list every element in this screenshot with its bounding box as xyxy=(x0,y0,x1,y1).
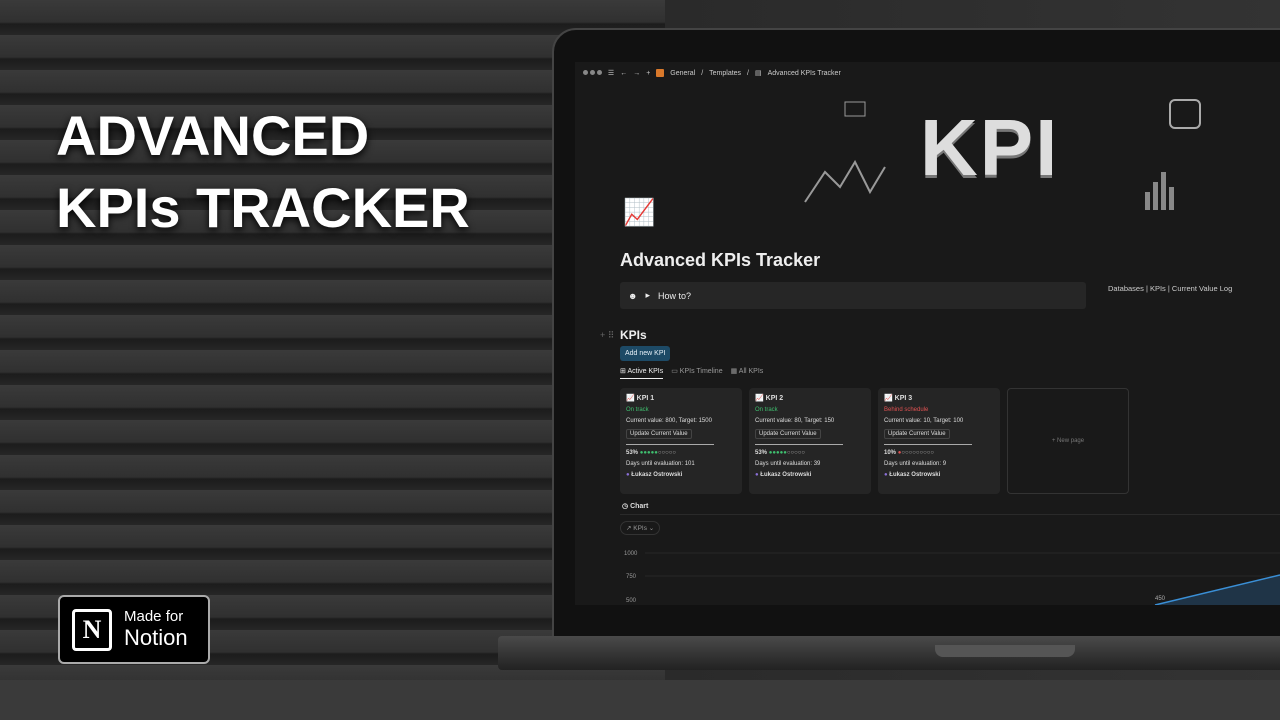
badge-line-2: Notion xyxy=(124,625,188,650)
breadcrumb-separator: / xyxy=(747,69,749,77)
back-icon[interactable]: ← xyxy=(620,70,627,77)
top-bar: ☰ ← → + General / Templates / ▤ Advanced… xyxy=(583,69,841,77)
tab-kpis-timeline[interactable]: ▭ KPIs Timeline xyxy=(671,367,722,379)
progress-dots: ●●●●●○○○○○ xyxy=(639,450,676,456)
avatar: ● xyxy=(884,472,888,478)
menu-icon[interactable]: ☰ xyxy=(608,69,614,77)
tab-active-kpis[interactable]: ⊞ Active KPIs xyxy=(620,367,664,379)
breadcrumb-current[interactable]: Advanced KPIs Tracker xyxy=(768,70,841,77)
view-tabs: ⊞ Active KPIs ▭ KPIs Timeline ▦ All KPIs xyxy=(620,367,763,379)
divider xyxy=(620,514,1280,515)
window-controls[interactable] xyxy=(583,69,602,77)
kpi-gallery: 📈 KPI 1 On track Current value: 800, Tar… xyxy=(620,388,1129,494)
divider xyxy=(884,444,972,445)
cover-kpi-text: KPI xyxy=(920,103,1060,192)
current-target: Current value: 10, Target: 100 xyxy=(884,418,964,424)
home-icon xyxy=(656,69,665,77)
owner: ● Łukasz Ostrowski xyxy=(755,472,812,478)
laptop-base xyxy=(498,636,1280,670)
y-tick-label: 500 xyxy=(626,598,637,604)
notion-logo-icon: N xyxy=(72,608,112,651)
y-tick-label: 750 xyxy=(626,574,637,580)
progress: 10% ●○○○○○○○○○ xyxy=(884,450,934,456)
forward-icon[interactable]: → xyxy=(633,70,640,77)
notion-screen: ☰ ← → + General / Templates / ▤ Advanced… xyxy=(575,62,1280,605)
toggle-label: How to? xyxy=(658,290,692,301)
breadcrumb-separator: / xyxy=(701,69,704,77)
progress: 53% ●●●●●○○○○○ xyxy=(626,450,676,456)
breadcrumb-templates[interactable]: Templates xyxy=(709,70,741,77)
days-until-evaluation: Days until evaluation: 9 xyxy=(884,461,947,467)
page-title: Advanced KPIs Tracker xyxy=(620,250,821,270)
status-label: On track xyxy=(626,407,649,413)
database-links[interactable]: Databases | KPIs | Current Value Log xyxy=(1108,284,1232,293)
update-current-value-button[interactable]: Update Current Value xyxy=(626,429,692,439)
badge-line-1: Made for xyxy=(124,608,184,625)
update-current-value-button[interactable]: Update Current Value xyxy=(755,429,821,439)
kpis-heading: KPIs xyxy=(620,328,647,342)
y-tick-label: 1000 xyxy=(624,551,638,557)
kpis-chart-selector[interactable]: ↗ KPIs ⌄ xyxy=(620,521,661,535)
hero-line-1: ADVANCED xyxy=(56,104,370,167)
owner: ● Łukasz Ostrowski xyxy=(626,472,683,478)
toggle-arrow-icon[interactable]: ▸ xyxy=(645,290,650,301)
breadcrumb-general[interactable]: General xyxy=(670,70,695,77)
made-for-notion-badge: N Made for Notion xyxy=(58,595,210,664)
kpi-card[interactable]: 📈 KPI 3 Behind schedule Current value: 1… xyxy=(878,388,1000,494)
avatar: ● xyxy=(626,472,630,478)
trend-chart-icon[interactable]: 📈 xyxy=(623,197,655,228)
current-target: Current value: 800, Target: 1500 xyxy=(626,418,712,424)
status-label: On track xyxy=(755,407,778,413)
divider xyxy=(755,444,843,445)
current-target: Current value: 80, Target: 150 xyxy=(755,418,835,424)
progress: 53% ●●●●●○○○○○ xyxy=(755,450,805,456)
status-label: Behind schedule xyxy=(884,407,929,413)
desk-surface xyxy=(0,680,1280,720)
how-to-toggle[interactable]: ☻ ▸ How to? xyxy=(620,282,1086,309)
new-page-icon[interactable]: + xyxy=(646,70,650,77)
help-icon: ☻ xyxy=(628,290,638,301)
hero-title: ADVANCED KPIs TRACKER xyxy=(56,100,470,244)
tab-all-kpis[interactable]: ▦ All KPIs xyxy=(731,367,764,379)
laptop-hinge xyxy=(935,645,1075,657)
progress-dots: ●●●●●○○○○○ xyxy=(768,450,805,456)
progress-dots: ●○○○○○○○○○ xyxy=(897,450,934,456)
kpi-title: 📈 KPI 1 xyxy=(626,395,655,402)
days-until-evaluation: Days until evaluation: 101 xyxy=(626,461,695,467)
kpi-title: 📈 KPI 2 xyxy=(755,395,784,402)
chart-heading: ◷ Chart xyxy=(622,503,649,510)
kpi-title: 📈 KPI 3 xyxy=(884,395,913,402)
update-current-value-button[interactable]: Update Current Value xyxy=(884,429,950,439)
days-until-evaluation: Days until evaluation: 39 xyxy=(755,461,821,467)
kpi-card[interactable]: 📈 KPI 2 On track Current value: 80, Targ… xyxy=(749,388,871,494)
divider xyxy=(626,444,714,445)
data-label: 450 xyxy=(1155,596,1166,602)
new-page-button[interactable]: + New page xyxy=(1007,388,1129,494)
avatar: ● xyxy=(755,472,759,478)
owner: ● Łukasz Ostrowski xyxy=(884,472,941,478)
chart-page-icon: ▤ xyxy=(755,70,762,77)
block-handle-icon[interactable]: + ⠿ xyxy=(600,330,614,341)
hero-line-2: KPIs TRACKER xyxy=(56,176,470,239)
add-new-kpi-button[interactable]: Add new KPI xyxy=(620,346,671,361)
kpi-chart: 1000 750 500 450 xyxy=(624,551,1280,605)
kpi-card[interactable]: 📈 KPI 1 On track Current value: 800, Tar… xyxy=(620,388,742,494)
